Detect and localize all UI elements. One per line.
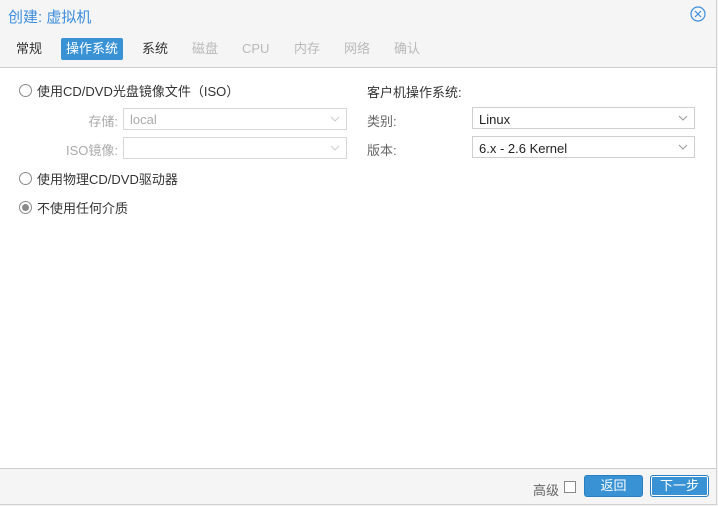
tab-memory: 内存: [294, 41, 321, 56]
radio-use-physical-drive[interactable]: 使用物理CD/DVD驱动器: [19, 169, 178, 187]
storage-select: local: [123, 108, 347, 130]
storage-label: 存储:: [88, 114, 118, 129]
type-label: 类别:: [367, 114, 397, 129]
tab-disk: 磁盘: [192, 41, 219, 56]
advanced-label: 高级: [533, 483, 560, 498]
radio-no-media[interactable]: 不使用任何介质: [19, 198, 128, 216]
chevron-down-icon: [330, 116, 340, 122]
os-type-select[interactable]: Linux: [472, 107, 695, 129]
storage-value: local: [130, 112, 157, 127]
guest-os-heading: 客户机操作系统:: [367, 85, 462, 100]
os-version-select[interactable]: 6.x - 2.6 Kernel: [472, 136, 695, 158]
tab-network: 网络: [344, 41, 371, 56]
close-icon[interactable]: [690, 6, 706, 22]
version-label: 版本:: [367, 143, 397, 158]
os-type-value: Linux: [479, 112, 511, 127]
iso-image-label: ISO镜像:: [65, 143, 118, 158]
iso-image-select: [123, 137, 347, 159]
dialog-title: 创建: 虚拟机: [8, 9, 92, 26]
title-bar: 创建: 虚拟机: [0, 0, 716, 32]
create-vm-dialog: 创建: 虚拟机 常规 操作系统 系统 磁盘 CPU 内存 网络 确认 使用CD/…: [0, 0, 717, 505]
tab-system[interactable]: 系统: [137, 38, 173, 60]
os-panel: 使用CD/DVD光盘镜像文件（ISO） 存储: local ISO镜像: 使用物…: [0, 68, 716, 469]
radio-button[interactable]: [19, 83, 32, 97]
os-version-value: 6.x - 2.6 Kernel: [479, 141, 568, 156]
chevron-down-icon[interactable]: [678, 113, 688, 123]
chevron-down-icon: [330, 145, 340, 151]
chevron-down-icon[interactable]: [678, 142, 688, 152]
dialog-footer: 高级 返回 下一步: [0, 469, 716, 504]
advanced-checkbox[interactable]: [564, 481, 576, 493]
back-button[interactable]: 返回: [584, 475, 643, 497]
tab-general[interactable]: 常规: [11, 38, 47, 60]
radio-button-checked[interactable]: [19, 200, 32, 214]
radio-use-iso[interactable]: 使用CD/DVD光盘镜像文件（ISO）: [19, 81, 239, 99]
next-button[interactable]: 下一步: [650, 475, 709, 497]
radio-label: 不使用任何介质: [37, 200, 129, 216]
tab-bar: 常规 操作系统 系统 磁盘 CPU 内存 网络 确认: [0, 38, 716, 68]
radio-label: 使用物理CD/DVD驱动器: [37, 171, 178, 187]
tab-os[interactable]: 操作系统: [61, 38, 124, 60]
radio-button[interactable]: [19, 171, 32, 185]
radio-label: 使用CD/DVD光盘镜像文件（ISO）: [37, 83, 240, 99]
tab-cpu: CPU: [242, 41, 270, 56]
tab-confirm: 确认: [394, 41, 421, 56]
